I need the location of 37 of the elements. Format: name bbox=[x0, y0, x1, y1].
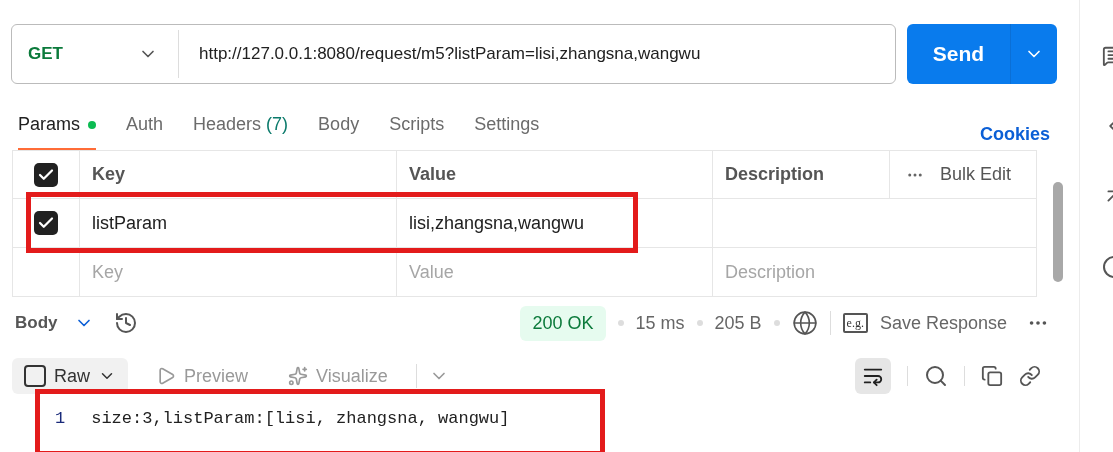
table-cell-text: listParam bbox=[92, 211, 167, 235]
sparkle-icon bbox=[288, 366, 309, 386]
column-header: Description bbox=[725, 163, 825, 186]
play-icon bbox=[156, 366, 176, 386]
column-header: Key bbox=[92, 163, 126, 186]
line-number: 1 bbox=[55, 408, 66, 431]
view-tab[interactable]: Preview bbox=[144, 358, 261, 394]
response-time: 15 ms bbox=[635, 311, 685, 335]
scrollbar[interactable] bbox=[1053, 182, 1063, 282]
search-icon[interactable] bbox=[924, 364, 948, 388]
tab[interactable]: Headers (7) bbox=[193, 111, 289, 150]
url-field[interactable]: http://127.0.0.1:8080/request/m5?listParam=lisi,zhangsna,wangwu bbox=[179, 41, 701, 67]
history-icon[interactable] bbox=[113, 311, 138, 335]
tab[interactable]: Settings bbox=[474, 111, 540, 150]
save-response-button[interactable]: e.g. Save Response bbox=[842, 309, 1007, 337]
wrap-button[interactable] bbox=[855, 358, 891, 394]
bulk-edit-button[interactable]: Bulk Edit bbox=[940, 161, 1012, 188]
body-dropdown[interactable]: Body bbox=[15, 310, 94, 336]
method-dropdown[interactable]: GET bbox=[12, 25, 178, 83]
view-tab[interactable]: Raw bbox=[12, 358, 128, 394]
cookies-link[interactable]: Cookies bbox=[979, 121, 1050, 150]
globe-icon[interactable] bbox=[791, 310, 818, 336]
tab[interactable]: Scripts bbox=[389, 111, 445, 150]
tab[interactable]: Body bbox=[318, 111, 360, 150]
link-icon[interactable] bbox=[1019, 365, 1041, 387]
table-cell-text: lisi,zhangsna,wangwu bbox=[409, 211, 585, 235]
copy-icon[interactable] bbox=[981, 365, 1003, 387]
tab[interactable]: Params bbox=[18, 111, 96, 150]
status-badge: 200 OK bbox=[520, 305, 606, 341]
checkbox[interactable] bbox=[34, 162, 58, 187]
response-size: 205 B bbox=[714, 311, 762, 335]
text-icon bbox=[24, 365, 46, 387]
tab[interactable]: Auth bbox=[126, 111, 164, 150]
view-tab[interactable]: Visualize bbox=[276, 358, 400, 394]
checkbox[interactable] bbox=[34, 211, 58, 235]
column-header: Value bbox=[409, 163, 457, 186]
code-line: size:3,listParam:[lisi, zhangsna, wangwu] bbox=[91, 408, 510, 431]
